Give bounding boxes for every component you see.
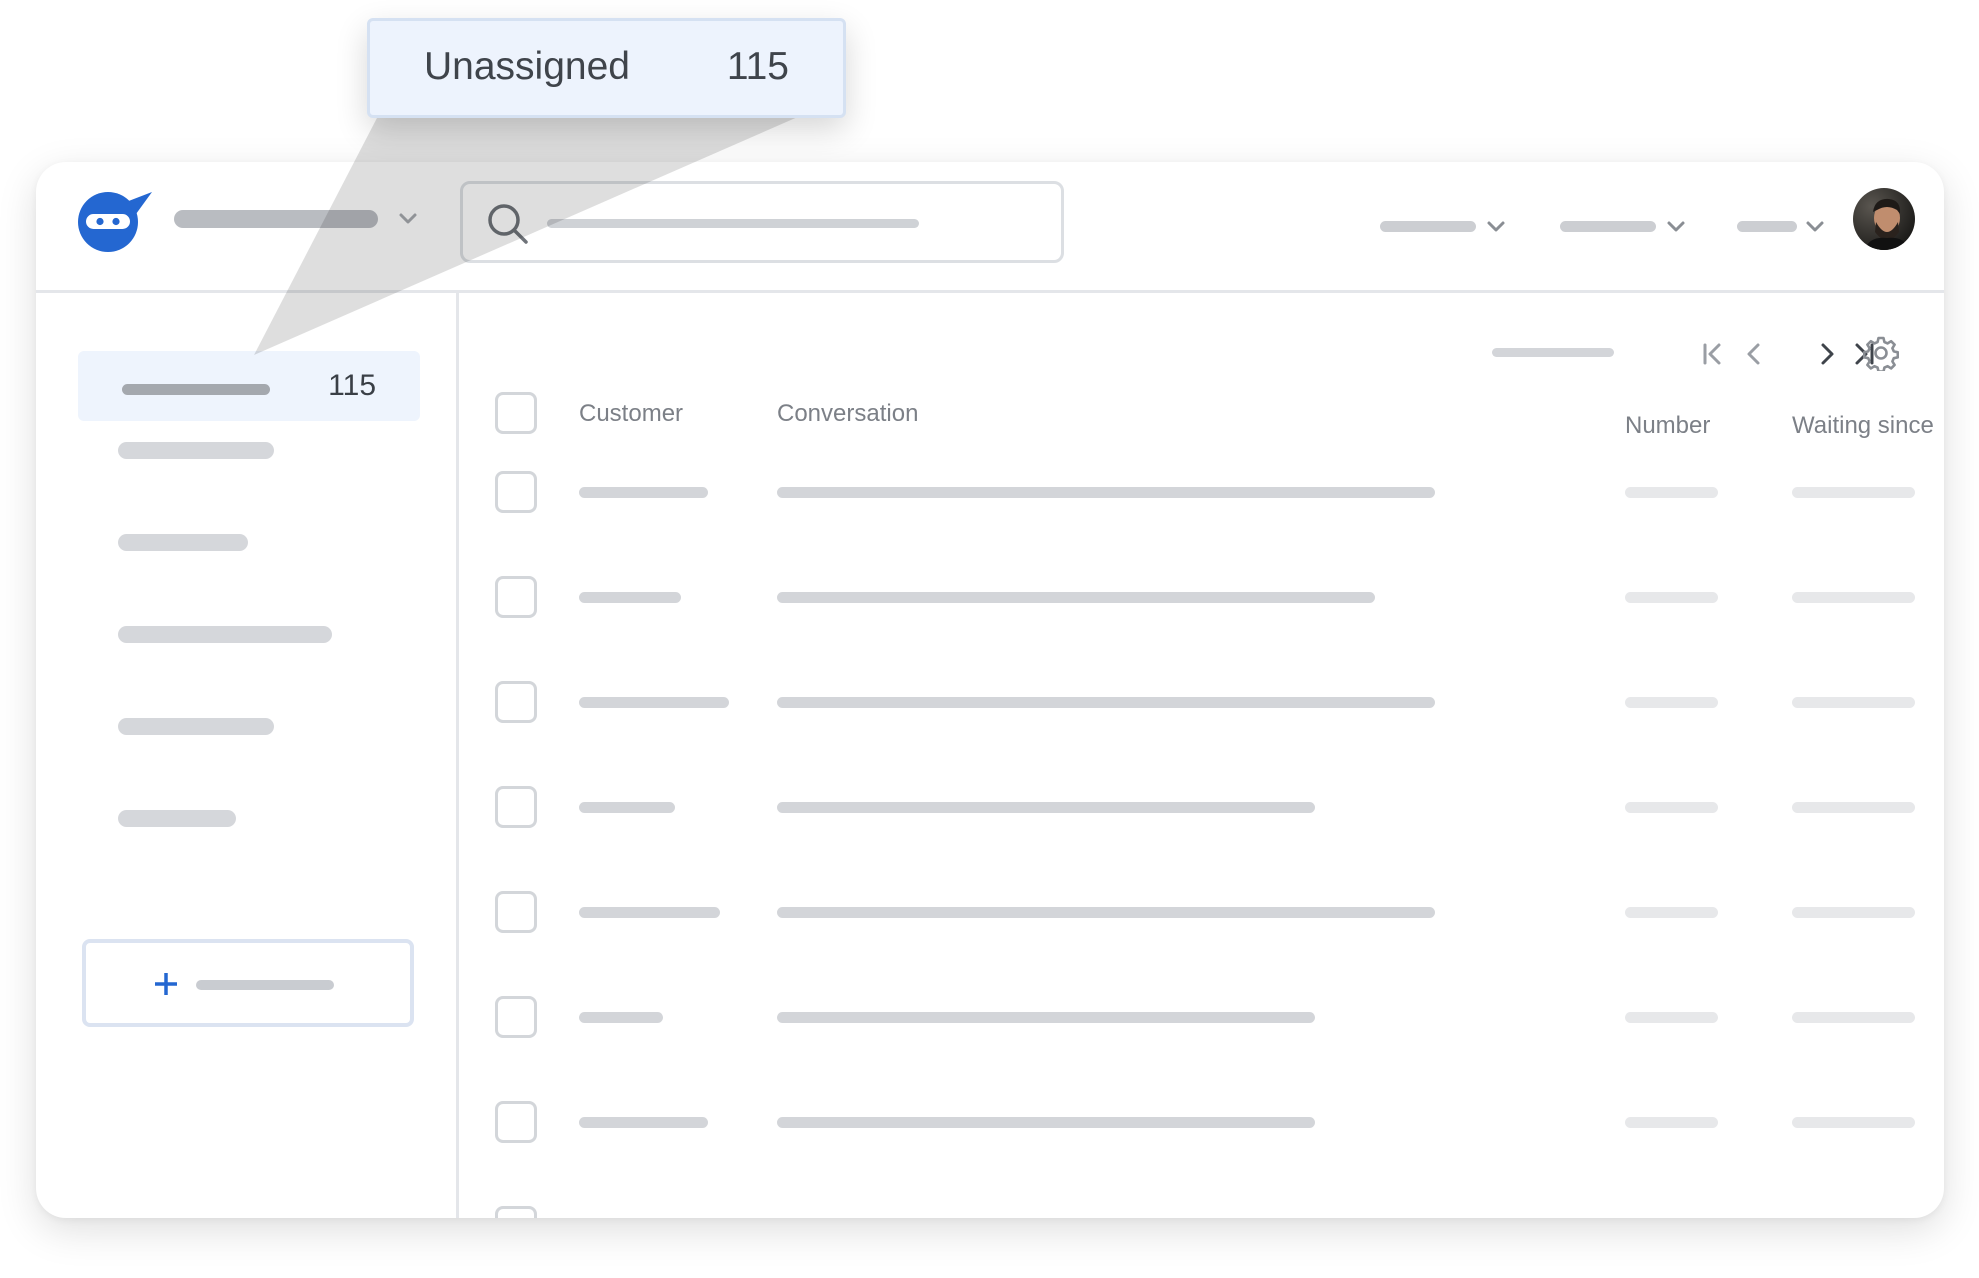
callout-count: 115 — [726, 45, 789, 88]
sidebar-item[interactable] — [118, 810, 236, 827]
row-checkbox[interactable] — [495, 891, 537, 933]
nav-menu-3[interactable] — [1737, 221, 1797, 232]
plus-icon — [154, 972, 178, 996]
row-checkbox[interactable] — [495, 996, 537, 1038]
row-checkbox[interactable] — [495, 1206, 537, 1218]
row-checkbox[interactable] — [495, 471, 537, 513]
number-cell — [1625, 487, 1718, 498]
customer-cell — [579, 487, 708, 498]
sidebar-item[interactable] — [118, 534, 248, 551]
callout-label: Unassigned — [424, 45, 630, 88]
column-header-conversation[interactable]: Conversation — [777, 400, 918, 428]
waiting-since-cell — [1792, 1117, 1915, 1128]
row-checkbox[interactable] — [495, 576, 537, 618]
user-avatar[interactable] — [1853, 188, 1915, 250]
conversation-cell — [777, 1117, 1315, 1128]
prev-page-icon[interactable] — [1739, 339, 1769, 369]
gear-icon[interactable] — [1863, 335, 1899, 371]
waiting-since-cell — [1792, 1012, 1915, 1023]
column-header-waiting-since[interactable]: Waiting since — [1792, 412, 1934, 440]
add-view-button[interactable] — [82, 939, 414, 1027]
row-checkbox[interactable] — [495, 1101, 537, 1143]
conversation-cell — [777, 1012, 1315, 1023]
pagination-range-placeholder — [1492, 348, 1614, 357]
conversation-cell — [777, 697, 1435, 708]
waiting-since-cell — [1792, 697, 1915, 708]
conversation-cell — [777, 487, 1435, 498]
first-page-icon[interactable] — [1698, 339, 1728, 369]
conversation-list: Customer Conversation Number Waiting sin… — [459, 293, 1944, 1218]
conversation-cell — [777, 592, 1375, 603]
number-cell — [1625, 592, 1718, 603]
search-placeholder-bar — [547, 219, 919, 228]
unassigned-callout: Unassigned 115 — [367, 18, 846, 118]
workspace-name-placeholder[interactable] — [174, 210, 378, 228]
number-cell — [1625, 1117, 1718, 1128]
search-input[interactable] — [460, 181, 1064, 263]
sidebar-item-unassigned[interactable]: 115 — [78, 351, 420, 421]
sidebar-item-label-placeholder — [122, 384, 270, 395]
number-cell — [1625, 697, 1718, 708]
column-header-number[interactable]: Number — [1625, 412, 1710, 440]
row-checkbox[interactable] — [495, 681, 537, 723]
waiting-since-cell — [1792, 802, 1915, 813]
customer-cell — [579, 907, 720, 918]
app-window: 115 Customer Conversation Number Waiting… — [36, 162, 1944, 1218]
customer-cell — [579, 1117, 708, 1128]
number-cell — [1625, 1012, 1718, 1023]
waiting-since-cell — [1792, 907, 1915, 918]
waiting-since-cell — [1792, 487, 1915, 498]
sidebar-item[interactable] — [118, 626, 332, 643]
conversation-cell — [777, 802, 1315, 813]
customer-cell — [579, 802, 675, 813]
add-view-label-placeholder — [196, 980, 334, 990]
top-bar — [36, 162, 1944, 293]
search-icon — [485, 201, 531, 247]
customer-cell — [579, 1012, 663, 1023]
sidebar-item-count: 115 — [328, 369, 376, 402]
number-cell — [1625, 907, 1718, 918]
nav-menu-3-chevron-down-icon[interactable] — [1804, 216, 1826, 238]
number-cell — [1625, 802, 1718, 813]
sidebar: 115 — [36, 293, 459, 1218]
customer-cell — [579, 592, 681, 603]
select-all-checkbox[interactable] — [495, 392, 537, 434]
ninja-logo-icon[interactable] — [78, 188, 152, 252]
nav-menu-1[interactable] — [1380, 221, 1476, 232]
row-checkbox[interactable] — [495, 786, 537, 828]
waiting-since-cell — [1792, 592, 1915, 603]
nav-menu-2-chevron-down-icon[interactable] — [1665, 216, 1687, 238]
column-header-customer[interactable]: Customer — [579, 400, 683, 428]
customer-cell — [579, 697, 729, 708]
sidebar-item[interactable] — [118, 442, 274, 459]
nav-menu-1-chevron-down-icon[interactable] — [1485, 216, 1507, 238]
sidebar-item[interactable] — [118, 718, 274, 735]
next-page-icon[interactable] — [1812, 339, 1842, 369]
workspace-chevron-down-icon[interactable] — [397, 208, 419, 230]
conversation-cell — [777, 907, 1435, 918]
nav-menu-2[interactable] — [1560, 221, 1656, 232]
